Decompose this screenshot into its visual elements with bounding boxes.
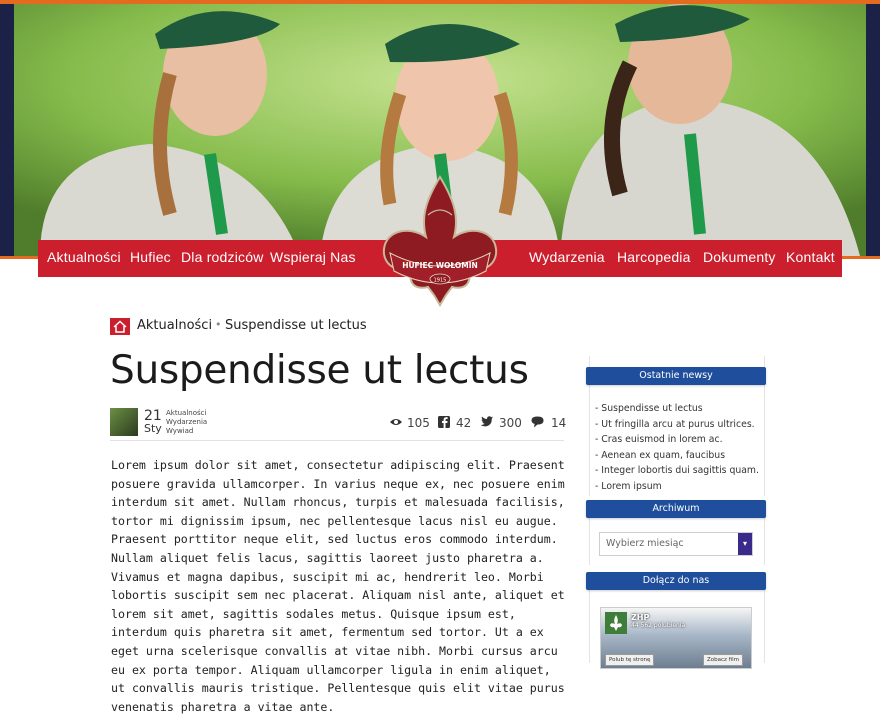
nav-item-dokumenty[interactable]: Dokumenty — [703, 249, 776, 265]
nav-item-wspieraj-nas[interactable]: Wspieraj Nas — [270, 249, 356, 265]
chevron-down-icon: ▾ — [738, 533, 752, 555]
nav-item-harcopedia[interactable]: Harcopedia — [617, 249, 691, 265]
archive-select-value: Wybierz miesiąc — [606, 538, 684, 549]
category-link[interactable]: Aktualności — [166, 409, 207, 418]
page-title: Suspendisse ut lectus — [110, 348, 529, 393]
news-list: - Suspendisse ut lectus - Ut fringilla a… — [595, 401, 759, 494]
archive-widget-title: Archiwum — [586, 500, 766, 518]
fb-fan-count: 44 562 polubienia — [631, 622, 686, 629]
category-link[interactable]: Wywiad — [166, 427, 207, 436]
news-item[interactable]: - Aenean ex quam, faucibus — [595, 448, 759, 464]
breadcrumb-current: Suspendisse ut lectus — [225, 318, 367, 333]
news-item[interactable]: - Cras euismod in lorem ac. — [595, 432, 759, 448]
facebook-count: 42 — [456, 416, 472, 430]
news-item[interactable]: - Ut fringilla arcu at purus ultrices. — [595, 417, 759, 433]
date-month: Sty — [144, 422, 162, 435]
news-item[interactable]: - Lorem ipsum — [595, 479, 759, 495]
fb-page-name: ZHP — [631, 613, 650, 622]
hero-frame-right — [866, 4, 880, 256]
facebook-icon — [438, 416, 450, 428]
views-count: 105 — [407, 416, 430, 430]
nav-item-aktualnosci[interactable]: Aktualności — [47, 249, 121, 265]
fb-view-button[interactable]: Zobacz film — [703, 654, 744, 666]
nav-item-wydarzenia[interactable]: Wydarzenia — [529, 249, 605, 265]
news-widget-title: Ostatnie newsy — [586, 367, 766, 385]
article-body: Lorem ipsum dolor sit amet, consectetur … — [111, 458, 565, 714]
nav-item-hufiec[interactable]: Hufiec — [130, 249, 171, 265]
category-link[interactable]: Wydarzenia — [166, 418, 207, 427]
twitter-icon — [480, 416, 493, 427]
logo-text: HUFIEC WOŁOMIN — [402, 261, 478, 270]
category-list: Aktualności Wydarzenia Wywiad — [166, 409, 207, 436]
author-avatar — [110, 408, 138, 436]
breadcrumb-separator: • — [215, 318, 222, 331]
meta-divider — [110, 440, 564, 441]
join-widget-title: Dołącz do nas — [586, 572, 766, 590]
eye-icon — [390, 419, 402, 425]
comment-icon — [531, 416, 544, 428]
archive-month-select[interactable]: Wybierz miesiąc ▾ — [599, 532, 753, 556]
hufiec-logo[interactable]: HUFIEC WOŁOMIN 1915 — [368, 175, 512, 307]
fb-like-button[interactable]: Polub tę stronę — [605, 654, 655, 666]
home-icon[interactable] — [110, 318, 130, 335]
hero-frame-left — [0, 4, 14, 256]
comments-count: 14 — [551, 416, 567, 430]
article-meta: 21 Sty Aktualności Wydarzenia Wywiad 105… — [110, 408, 567, 438]
breadcrumb-section[interactable]: Aktualności — [137, 318, 212, 333]
twitter-count: 300 — [499, 416, 522, 430]
logo-year: 1915 — [434, 278, 447, 284]
news-item[interactable]: - Suspendisse ut lectus — [595, 401, 759, 417]
nav-item-dla-rodzicow[interactable]: Dla rodziców — [181, 249, 264, 265]
zhp-logo-icon — [605, 612, 627, 634]
news-item[interactable]: - Integer lobortis dui sagittis quam. — [595, 463, 759, 479]
nav-item-kontakt[interactable]: Kontakt — [786, 249, 835, 265]
